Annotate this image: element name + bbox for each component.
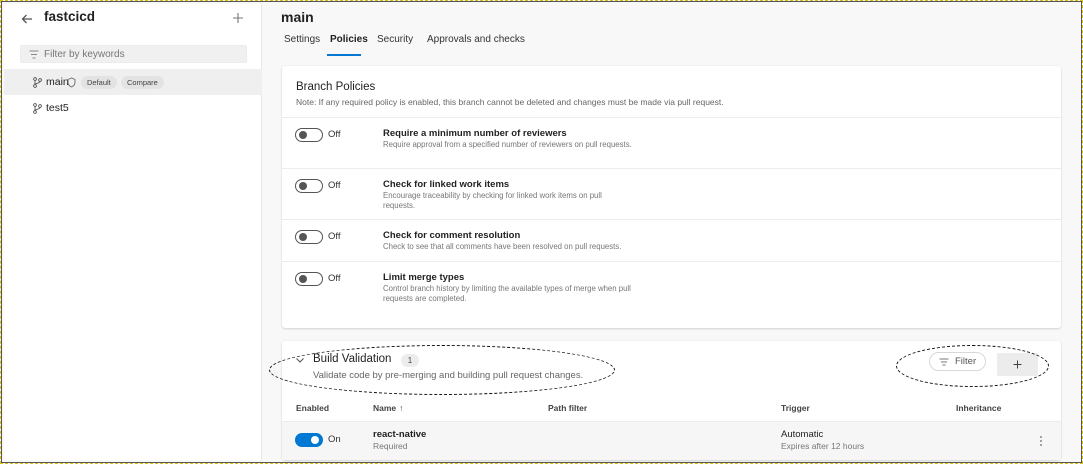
filter-button-label: Filter xyxy=(955,356,977,367)
column-header-enabled: Enabled xyxy=(296,403,330,413)
sidebar-header: fastcicd xyxy=(4,4,262,38)
toggle-knob xyxy=(299,182,307,190)
column-header-name[interactable]: Name ↑ xyxy=(373,403,403,413)
policy-name: Require a minimum number of reviewers xyxy=(383,128,567,139)
build-validation-description: Validate code by pre-merging and buildin… xyxy=(313,370,584,381)
active-tab-indicator xyxy=(327,54,361,56)
column-header-path-filter: Path filter xyxy=(548,403,588,413)
branch-filter xyxy=(20,45,247,63)
filter-button[interactable]: Filter xyxy=(929,352,986,371)
add-build-policy-button[interactable] xyxy=(997,353,1038,376)
page-title: main xyxy=(281,9,314,25)
policy-name: Check for linked work items xyxy=(383,179,510,190)
main-content: main Settings Policies Security Approval… xyxy=(263,4,1081,460)
branch-sidebar: fastcicd main Default Compare xyxy=(4,4,262,460)
screenshot-frame: fastcicd main Default Compare xyxy=(0,0,1083,464)
toggle-knob xyxy=(311,436,319,444)
toggle-state-label: Off xyxy=(328,231,341,242)
chevron-down-icon[interactable] xyxy=(295,356,305,364)
default-badge: Default xyxy=(81,76,117,89)
policy-name: Limit merge types xyxy=(383,272,465,283)
policy-name: Check for comment resolution xyxy=(383,230,521,241)
toggle-knob xyxy=(299,131,307,139)
build-validation-card: Build Validation 1 Validate code by pre-… xyxy=(269,341,1061,460)
policy-description: Control branch history by limiting the a… xyxy=(383,284,631,303)
policy-row: Off Limit merge types Control branch his… xyxy=(282,261,1061,312)
toggle-state-label: On xyxy=(328,434,341,445)
more-options-icon[interactable] xyxy=(1039,435,1043,447)
toggle-state-label: Off xyxy=(328,129,341,140)
tab-approvals-and-checks[interactable]: Approvals and checks xyxy=(427,34,525,45)
build-validation-title: Build Validation xyxy=(313,353,392,365)
branch-policies-card: Branch Policies Note: If any required po… xyxy=(282,66,1061,328)
policy-toggle[interactable] xyxy=(295,128,323,142)
enabled-toggle[interactable] xyxy=(295,433,323,447)
policy-toggle[interactable] xyxy=(295,230,323,244)
policy-requirement: Required xyxy=(373,441,408,451)
toggle-knob xyxy=(299,275,307,283)
toggle-knob xyxy=(299,233,307,241)
toggle-state-label: Off xyxy=(328,180,341,191)
branch-name: main xyxy=(46,76,69,88)
repo-title: fastcicd xyxy=(44,9,96,24)
compare-badge[interactable]: Compare xyxy=(121,76,164,89)
policy-toggle[interactable] xyxy=(295,179,323,193)
table-row[interactable]: On react-native Required Automatic Expir… xyxy=(282,421,1061,460)
branch-icon xyxy=(33,103,42,114)
add-icon[interactable] xyxy=(232,12,244,24)
filter-icon xyxy=(29,50,39,59)
column-header-inheritance: Inheritance xyxy=(956,403,1002,413)
policy-name[interactable]: react-native xyxy=(373,429,426,440)
policy-toggle[interactable] xyxy=(295,272,323,286)
tab-settings[interactable]: Settings xyxy=(284,34,320,45)
plus-icon xyxy=(1013,360,1022,369)
policy-description: Require approval from a specified number… xyxy=(383,140,632,149)
trigger-detail: Expires after 12 hours xyxy=(781,441,865,451)
filter-icon xyxy=(939,358,949,366)
sort-ascending-icon: ↑ xyxy=(399,403,404,413)
policy-description: Encourage traceability by checking for l… xyxy=(383,191,602,210)
build-validation-count-badge: 1 xyxy=(401,354,419,367)
tab-security[interactable]: Security xyxy=(377,34,413,45)
policy-row: Off Require a minimum number of reviewer… xyxy=(282,117,1061,168)
back-arrow-icon[interactable] xyxy=(20,12,34,26)
tab-policies[interactable]: Policies xyxy=(330,34,368,45)
branch-item-test5[interactable]: test5 xyxy=(4,95,262,121)
branch-policies-title: Branch Policies xyxy=(296,81,376,93)
column-header-name-label: Name xyxy=(373,403,397,413)
policy-description: Check to see that all comments have been… xyxy=(383,242,622,251)
branch-policies-note: Note: If any required policy is enabled,… xyxy=(296,97,724,107)
filter-input[interactable] xyxy=(44,47,244,62)
shield-icon xyxy=(67,77,76,88)
trigger-cell: Automatic xyxy=(781,429,824,440)
column-header-trigger: Trigger xyxy=(781,403,810,413)
branch-item-main[interactable]: main Default Compare xyxy=(4,69,262,95)
branch-icon xyxy=(33,77,42,88)
policy-row: Off Check for linked work items Encourag… xyxy=(282,168,1061,219)
toggle-state-label: Off xyxy=(328,273,341,284)
branch-name: test5 xyxy=(46,102,69,114)
